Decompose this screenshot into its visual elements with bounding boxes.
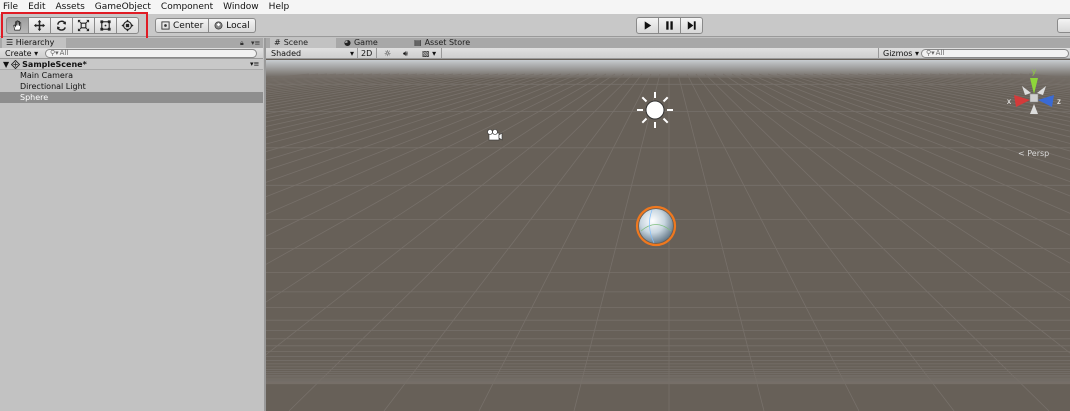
menu-bar: File Edit Assets GameObject Component Wi… — [0, 0, 1070, 14]
hierarchy-search-placeholder: All — [59, 49, 69, 57]
hierarchy-tabbar: ☰ Hierarchy 🔒︎ ▾≡ — [0, 38, 263, 48]
play-button[interactable] — [636, 17, 659, 34]
scene-toolbar: Shaded ▾ 2D ☼ 🔊︎ ▧ ▾ Gizmos ▾ ⚲▾ All — [266, 48, 1070, 59]
scene-grid-icon: # — [274, 38, 281, 47]
scene-viewport[interactable]: y x z < Persp — [266, 60, 1070, 411]
pause-button[interactable] — [658, 17, 681, 34]
menu-window[interactable]: Window — [223, 0, 259, 14]
hierarchy-toolbar: Create ▾ ⚲▾ All — [0, 48, 263, 59]
cloud-button[interactable] — [1057, 18, 1070, 33]
scene-root-row[interactable]: ▼ SampleScene* ▾≡ — [0, 59, 263, 70]
play-icon — [644, 21, 652, 30]
toolbar-divider — [441, 48, 442, 59]
gizmos-dropdown[interactable]: Gizmos ▾ — [883, 48, 919, 59]
tab-asset-store[interactable]: ▤ Asset Store — [410, 38, 500, 48]
2d-toggle-button[interactable]: 2D — [361, 48, 372, 59]
effects-dropdown-icon[interactable]: ▧ ▾ — [422, 48, 436, 59]
projection-toggle[interactable]: < Persp — [1018, 149, 1049, 158]
pause-icon — [666, 21, 673, 30]
toolbar-divider — [376, 48, 377, 59]
hierarchy-panel: ☰ Hierarchy 🔒︎ ▾≡ Create ▾ ⚲▾ All ▼ Sampl… — [0, 38, 263, 411]
shading-mode-dropdown[interactable]: Shaded — [271, 48, 301, 59]
tab-game-label: Game — [353, 38, 378, 47]
step-icon — [687, 21, 696, 30]
local-space-icon — [214, 21, 223, 30]
tab-hierarchy[interactable]: ☰ Hierarchy — [2, 38, 66, 48]
toolbar-divider — [357, 48, 358, 59]
search-icon: ⚲▾ — [50, 49, 59, 57]
panel-menu-icon[interactable]: ▾≡ — [251, 39, 260, 47]
expand-arrow-icon[interactable]: ▼ — [3, 59, 9, 70]
y-axis-label: y — [1032, 67, 1036, 76]
scene-search-icon: ⚲▾ — [926, 49, 935, 57]
space-local-button[interactable]: Local — [208, 18, 256, 33]
hierarchy-item-main-camera[interactable]: Main Camera — [0, 70, 263, 81]
game-icon: ◕ — [344, 38, 351, 47]
x-axis-label: x — [1007, 97, 1011, 106]
scene-name: SampleScene* — [22, 59, 87, 69]
space-local-label: Local — [226, 20, 250, 31]
projection-label: Persp — [1027, 149, 1050, 158]
scene-search-input[interactable]: ⚲▾ All — [921, 49, 1069, 58]
scene-menu-icon[interactable]: ▾≡ — [250, 59, 259, 70]
hierarchy-item-sphere[interactable]: Sphere — [0, 92, 263, 103]
scene-panel: # Scene ◕ Game ▤ Asset Store Shaded ▾ 2D ☼ … — [264, 38, 1070, 411]
lighting-toggle-icon[interactable]: ☼ — [384, 48, 391, 59]
2d-toggle-label: 2D — [361, 49, 373, 58]
lock-icon[interactable]: 🔒︎ — [240, 39, 244, 48]
menu-help[interactable]: Help — [269, 0, 290, 14]
tab-scene-label: Scene — [283, 38, 309, 47]
pivot-center-label: Center — [173, 20, 204, 31]
scene-search-placeholder: All — [935, 49, 945, 57]
create-label: Create — [5, 48, 32, 58]
sphere-object[interactable] — [635, 205, 677, 247]
tab-scene[interactable]: # Scene — [270, 38, 336, 48]
pivot-center-button[interactable]: Center — [155, 18, 210, 33]
create-dropdown[interactable]: Create ▾ — [5, 49, 38, 58]
directional-light-icon[interactable] — [637, 92, 673, 128]
tab-game[interactable]: ◕ Game — [340, 38, 402, 48]
tab-asset-store-label: Asset Store — [424, 38, 471, 47]
asset-store-icon: ▤ — [414, 38, 422, 47]
pivot-icon — [161, 21, 170, 30]
hierarchy-search-input[interactable]: ⚲▾ All — [45, 49, 257, 58]
unity-scene-icon — [11, 59, 21, 69]
audio-toggle-icon[interactable]: 🔊︎ — [403, 48, 408, 59]
scene-canvas[interactable]: y x z — [266, 60, 1070, 411]
playback-controls — [636, 17, 703, 34]
hierarchy-tab-icon: ☰ — [6, 38, 16, 47]
pivot-controls: Center Local — [155, 18, 256, 33]
z-axis-label: z — [1057, 97, 1061, 106]
scene-tabbar: # Scene ◕ Game ▤ Asset Store — [266, 38, 1070, 48]
shading-dropdown-arrow-icon[interactable]: ▾ — [350, 48, 354, 59]
tools-highlight-box — [1, 12, 148, 41]
hierarchy-item-directional-light[interactable]: Directional Light — [0, 81, 263, 92]
step-button[interactable] — [680, 17, 703, 34]
main-toolbar: Center Local — [0, 14, 1070, 37]
hierarchy-tab-label: Hierarchy — [15, 38, 55, 47]
menu-component[interactable]: Component — [161, 0, 213, 14]
shading-mode-label: Shaded — [271, 49, 302, 58]
toolbar-divider — [878, 48, 879, 59]
gizmos-label: Gizmos — [883, 49, 913, 58]
